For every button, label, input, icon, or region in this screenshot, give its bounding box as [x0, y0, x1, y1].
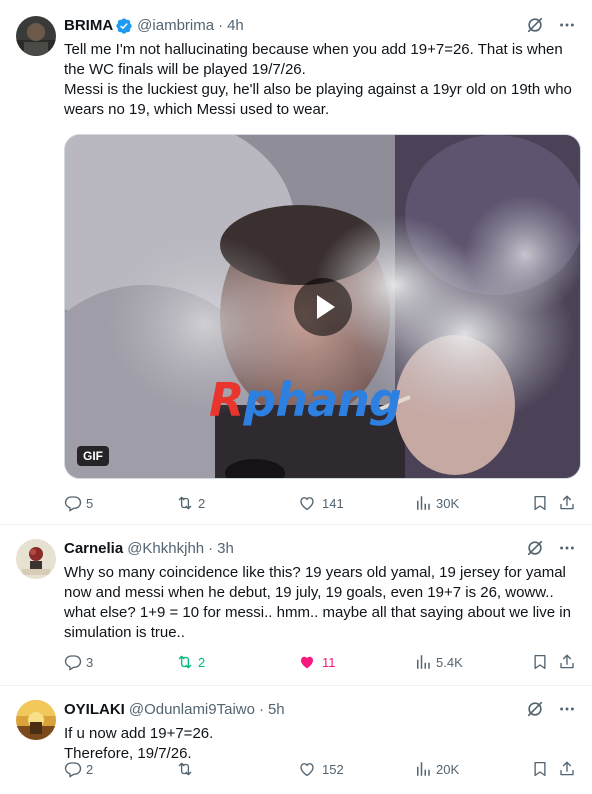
share-button[interactable]	[558, 759, 576, 779]
more-icon[interactable]	[558, 539, 576, 557]
tweet-actions: 5 2 141 30K	[64, 493, 576, 513]
views-count: 20K	[436, 761, 460, 777]
views-icon	[417, 762, 430, 776]
tweet-actions: 2 152 20K	[64, 759, 576, 779]
repost-button[interactable]: 2	[176, 493, 205, 513]
repost-icon	[178, 655, 192, 669]
repost-button[interactable]: 2	[176, 652, 205, 672]
reply-button[interactable]: 2	[64, 759, 93, 779]
like-icon	[301, 656, 313, 669]
play-icon	[316, 294, 335, 319]
avatar[interactable]	[16, 16, 56, 56]
avatar[interactable]	[16, 700, 56, 740]
reply-icon	[64, 762, 82, 778]
display-name[interactable]: OYILAKI	[64, 700, 125, 720]
bookmark-button[interactable]	[531, 493, 549, 513]
more-icon[interactable]	[558, 16, 576, 34]
user-handle[interactable]: @Khkhkjhh	[127, 539, 204, 559]
repost-count: 2	[198, 654, 206, 670]
display-name[interactable]: Carnelia	[64, 539, 123, 559]
grok-icon[interactable]	[526, 539, 544, 557]
tweet-carnelia[interactable]: Carnelia @Khkhkjhh · 3h Why so many coin…	[0, 525, 592, 686]
tweet-text: Tell me I'm not hallucinating because wh…	[64, 41, 572, 118]
views-button[interactable]: 30K	[414, 493, 459, 513]
timestamp[interactable]: 3h	[217, 539, 234, 559]
gif-media[interactable]: Rphang GIF	[64, 134, 581, 479]
repost-icon	[178, 496, 192, 510]
views-count: 5.4K	[436, 654, 463, 670]
separator-dot: ·	[258, 701, 264, 718]
reply-icon	[64, 496, 82, 512]
views-button[interactable]: 20K	[414, 759, 459, 779]
like-button[interactable]: 11	[298, 652, 336, 672]
grok-icon[interactable]	[526, 700, 544, 718]
repost-count: 2	[198, 495, 206, 511]
like-count: 11	[322, 654, 336, 670]
tweet-text: If u now add 19+7=26. Therefore, 19/7/26…	[64, 725, 214, 762]
reply-count: 2	[86, 761, 94, 777]
reply-count: 5	[86, 495, 94, 511]
share-button[interactable]	[558, 652, 576, 672]
bookmark-icon	[534, 654, 546, 670]
tweet-text: Why so many coincidence like this? 19 ye…	[64, 564, 571, 641]
share-icon	[560, 495, 574, 510]
like-icon	[300, 763, 314, 777]
verified-badge-icon	[115, 17, 133, 35]
timestamp[interactable]: 5h	[268, 700, 285, 720]
separator-dot: ·	[208, 540, 214, 557]
tweet-oyilaki[interactable]: OYILAKI @Odunlami9Taiwo · 5h If u now ad…	[0, 686, 592, 794]
user-handle[interactable]: @iambrima	[137, 16, 214, 36]
bookmark-icon	[534, 761, 546, 777]
views-icon	[417, 655, 430, 669]
reply-icon	[64, 655, 82, 671]
views-button[interactable]: 5.4K	[414, 652, 463, 672]
reply-button[interactable]: 3	[64, 652, 93, 672]
avatar[interactable]	[16, 539, 56, 579]
like-button[interactable]: 152	[298, 759, 344, 779]
more-icon[interactable]	[558, 700, 576, 718]
share-button[interactable]	[558, 493, 576, 513]
gif-watermark: Rphang	[209, 373, 402, 427]
like-count: 152	[322, 761, 344, 777]
share-icon	[560, 761, 574, 776]
reply-button[interactable]: 5	[64, 493, 93, 513]
repost-icon	[178, 762, 192, 776]
like-button[interactable]: 141	[298, 493, 344, 513]
timestamp[interactable]: 4h	[227, 16, 244, 36]
like-icon	[300, 497, 314, 511]
user-handle[interactable]: @Odunlami9Taiwo	[129, 700, 255, 720]
bookmark-button[interactable]	[531, 759, 549, 779]
tweet-brima[interactable]: BRIMA @iambrima · 4h Tell me I'm not hal…	[0, 0, 592, 525]
reply-count: 3	[86, 654, 94, 670]
views-icon	[417, 496, 430, 510]
bookmark-button[interactable]	[531, 652, 549, 672]
separator-dot: ·	[218, 17, 224, 34]
display-name[interactable]: BRIMA	[64, 16, 113, 36]
grok-icon[interactable]	[526, 16, 544, 34]
play-button[interactable]	[293, 277, 352, 336]
share-icon	[560, 654, 574, 669]
bookmark-icon	[534, 495, 546, 511]
tweet-actions: 3 2 11 5.4K	[64, 652, 576, 672]
repost-button[interactable]	[176, 759, 198, 779]
like-count: 141	[322, 495, 344, 511]
gif-badge: GIF	[77, 446, 109, 466]
views-count: 30K	[436, 495, 460, 511]
